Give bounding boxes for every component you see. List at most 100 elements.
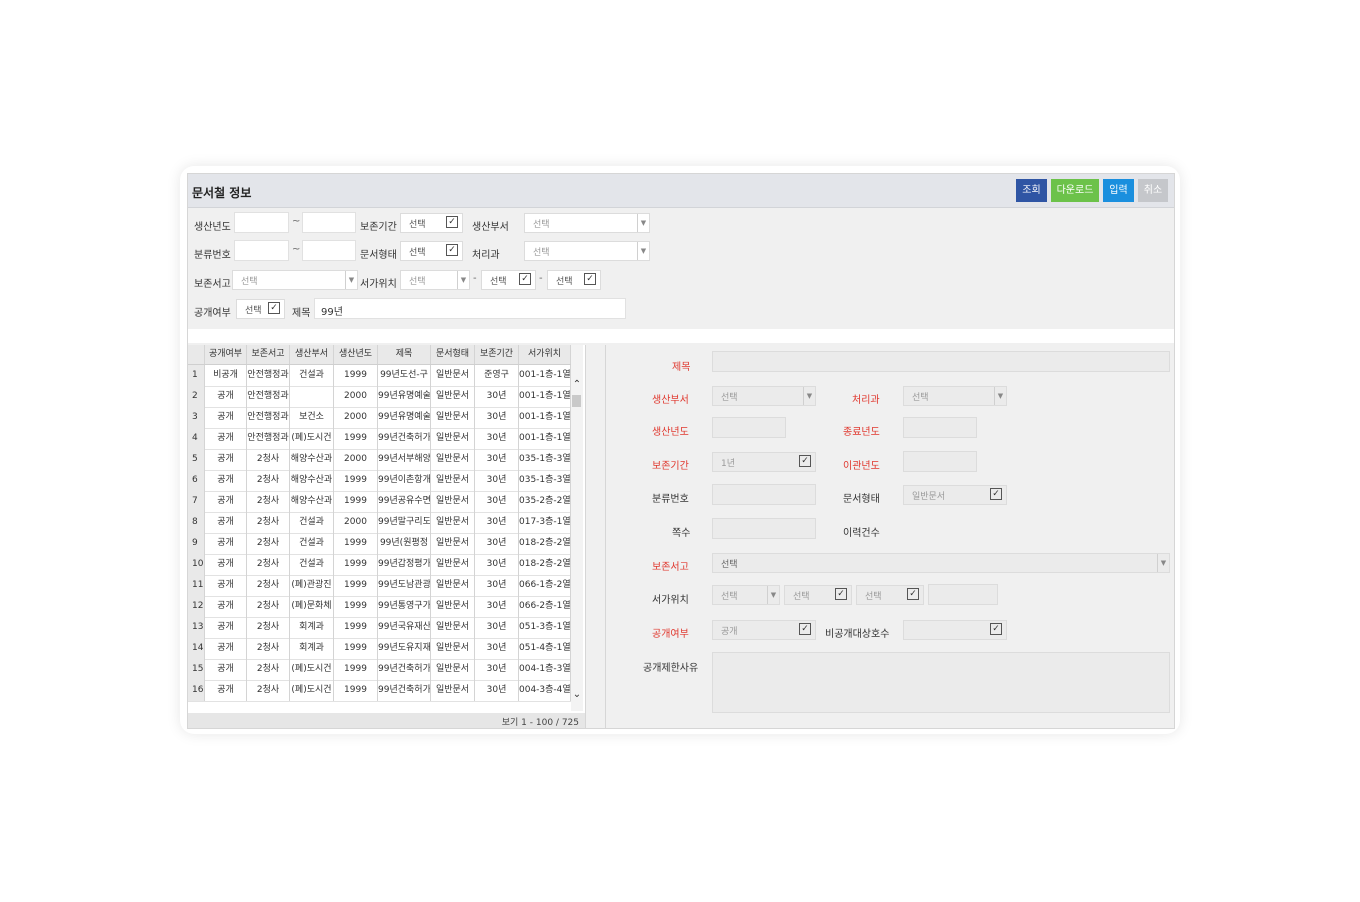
detail-retention-period-select[interactable]: 1년 ✓	[712, 452, 816, 472]
production-year-to-input[interactable]	[302, 212, 356, 233]
detail-shelf-location-value-1: 선택	[721, 592, 738, 602]
shelf-location-value-2: 선택	[490, 277, 507, 287]
table-cell: 2청사	[247, 638, 290, 659]
detail-production-dept-select[interactable]: 선택 ▼	[712, 386, 816, 406]
retention-period-select[interactable]: 선택 ✓	[400, 213, 463, 233]
table-row[interactable]: 14 공개 2청사 회계과 1999 99년도유지재 일반문서 30년 051-4층-1열	[188, 638, 571, 660]
detail-production-year-input[interactable]	[712, 417, 786, 438]
detail-processing-dept-select[interactable]: 선택 ▼	[903, 386, 1007, 406]
cancel-button[interactable]: 취소	[1138, 179, 1168, 202]
processing-dept-select[interactable]: 선택 ▼	[524, 241, 650, 261]
column-header[interactable]: 제목	[378, 345, 431, 364]
disclosure-value: 선택	[245, 306, 262, 316]
table-row[interactable]: 16 공개 2청사 (폐)도시건 1999 99년건축허가 일반문서 30년 004-3층-4열	[188, 680, 571, 702]
table-row[interactable]: 4 공개 안전행정과 (폐)도시건 1999 99년건축허가 일반문서 30년 001-1층-1…	[188, 428, 571, 450]
shelf-location-select-1[interactable]: 선택 ▼	[400, 270, 470, 290]
grid-scrollbar[interactable]: ⌃ ⌄	[571, 345, 583, 711]
table-row[interactable]: 11 공개 2청사 (폐)관광진 1999 99년도남관광 일반문서 30년 066-1층-2열	[188, 575, 571, 597]
table-row[interactable]: 1 비공개 안전행정과 건설과 1999 99년도선-구 일반문서 준영구 001-1층-1열	[188, 365, 571, 387]
classification-from-input[interactable]	[234, 240, 289, 261]
classification-to-input[interactable]	[302, 240, 356, 261]
detail-restriction-reason-textarea[interactable]	[712, 652, 1170, 713]
table-cell: 1999	[334, 638, 378, 659]
disclosure-select[interactable]: 선택 ✓	[236, 299, 285, 319]
table-cell: 1999	[334, 617, 378, 638]
detail-disclosure-select[interactable]: 공개 ✓	[712, 620, 816, 640]
detail-pages-input[interactable]	[712, 518, 816, 539]
detail-shelf-location-input[interactable]	[928, 584, 998, 605]
row-number: 11	[188, 575, 205, 596]
table-cell: 30년	[475, 680, 519, 701]
shelf-location-select-2[interactable]: 선택 ✓	[481, 270, 536, 290]
table-row[interactable]: 2 공개 안전행정과 2000 99년유명예술 일반문서 30년 001-1층-1열	[188, 386, 571, 408]
column-header[interactable]: 문서형태	[431, 345, 475, 364]
detail-title-input[interactable]	[712, 351, 1170, 372]
scrollbar-thumb[interactable]	[572, 395, 581, 407]
filter-processing-dept-label: 처리과	[472, 250, 500, 261]
detail-shelf-location-select-3[interactable]: 선택 ✓	[856, 585, 924, 605]
column-header[interactable]: 보존기간	[475, 345, 519, 364]
column-header[interactable]: 공개여부	[205, 345, 247, 364]
table-cell: 2청사	[247, 512, 290, 533]
table-cell: 일반문서	[431, 491, 475, 512]
detail-storage-select[interactable]: 선택 ▼	[712, 553, 1170, 573]
table-row[interactable]: 3 공개 안전행정과 보건소 2000 99년유명예술 일반문서 30년 001-1층-1열	[188, 407, 571, 429]
table-cell: 99년도남관광	[378, 575, 431, 596]
search-button[interactable]: 조회	[1016, 179, 1047, 202]
column-header[interactable]: 생산부서	[290, 345, 334, 364]
table-cell: 건설과	[290, 554, 334, 575]
filter-disclosure-label: 공개여부	[194, 308, 231, 319]
scroll-up-icon[interactable]: ⌃	[571, 379, 583, 390]
filter-document-type-label: 문서형태	[360, 250, 397, 261]
table-row[interactable]: 10 공개 2청사 건설과 1999 99년갑정평가 일반문서 30년 018-2층-2열	[188, 554, 571, 576]
dropdown-arrow-icon: ▼	[803, 387, 815, 405]
subject-input[interactable]: 99년	[314, 298, 626, 319]
production-year-from-input[interactable]	[234, 212, 289, 233]
table-cell: 2000	[334, 386, 378, 407]
detail-end-year-input[interactable]	[903, 417, 977, 438]
table-cell: 해양수산과	[290, 491, 334, 512]
storage-select[interactable]: 선택 ▼	[232, 270, 358, 290]
production-dept-select[interactable]: 선택 ▼	[524, 213, 650, 233]
detail-shelf-location-select-2[interactable]: 선택 ✓	[784, 585, 852, 605]
checkbox-icon: ✓	[835, 588, 847, 600]
table-row[interactable]: 15 공개 2청사 (폐)도시건 1999 99년건축허가 일반문서 30년 004-1층-3열	[188, 659, 571, 681]
row-number: 12	[188, 596, 205, 617]
document-type-select[interactable]: 선택 ✓	[400, 241, 463, 261]
table-cell: 보건소	[290, 407, 334, 428]
table-cell: 051-4층-1열	[519, 638, 571, 659]
filter-shelf-location-label: 서가위치	[360, 279, 397, 290]
input-button[interactable]: 입력	[1103, 179, 1134, 202]
table-row[interactable]: 9 공개 2청사 건설과 1999 99년(원평정 일반문서 30년 018-2층-2열	[188, 533, 571, 555]
detail-nondisclosure-no-select[interactable]: ✓	[903, 620, 1007, 640]
column-header[interactable]: 생산년도	[334, 345, 378, 364]
row-number: 1	[188, 365, 205, 386]
table-cell: 99년공유수면	[378, 491, 431, 512]
row-number: 9	[188, 533, 205, 554]
table-cell: 건설과	[290, 365, 334, 386]
table-cell: 해양수산과	[290, 449, 334, 470]
table-row[interactable]: 5 공개 2청사 해양수산과 2000 99년서부해양 일반문서 30년 035-1층-3열	[188, 449, 571, 471]
scroll-down-icon[interactable]: ⌄	[571, 689, 583, 700]
window-card: 문서철 정보 조회 다운로드 입력 취소 생산년도 ~ 보존기간 선택 ✓ 생산…	[180, 166, 1180, 734]
row-number: 10	[188, 554, 205, 575]
download-button[interactable]: 다운로드	[1051, 179, 1099, 202]
detail-transfer-year-input[interactable]	[903, 451, 977, 472]
column-header[interactable]: 서가위치	[519, 345, 571, 364]
shelf-location-select-3[interactable]: 선택 ✓	[547, 270, 601, 290]
detail-production-year-label: 생산년도	[652, 427, 689, 438]
table-row[interactable]: 6 공개 2청사 해양수산과 1999 99년이촌항개 일반문서 30년 035-1층-3열	[188, 470, 571, 492]
table-row[interactable]: 12 공개 2청사 (폐)문화체 1999 99년통영구가 일반문서 30년 066-2층-1열	[188, 596, 571, 618]
table-row[interactable]: 13 공개 2청사 회계과 1999 99년국유재산 일반문서 30년 051-3층-1열	[188, 617, 571, 639]
table-row[interactable]: 8 공개 2청사 건설과 2000 99년말구리도 일반문서 30년 017-3층-1열	[188, 512, 571, 534]
table-cell: 30년	[475, 575, 519, 596]
filter-production-year-label: 생산년도	[194, 222, 231, 233]
table-cell: 035-2층-2열	[519, 491, 571, 512]
table-cell: 일반문서	[431, 575, 475, 596]
column-header[interactable]: 보존서고	[247, 345, 290, 364]
detail-classification-input[interactable]	[712, 484, 816, 505]
detail-shelf-location-select-1[interactable]: 선택 ▼	[712, 585, 780, 605]
detail-document-type-select[interactable]: 일반문서 ✓	[903, 485, 1007, 505]
table-row[interactable]: 7 공개 2청사 해양수산과 1999 99년공유수면 일반문서 30년 035-2층-2열	[188, 491, 571, 513]
table-cell: 99년통영구가	[378, 596, 431, 617]
